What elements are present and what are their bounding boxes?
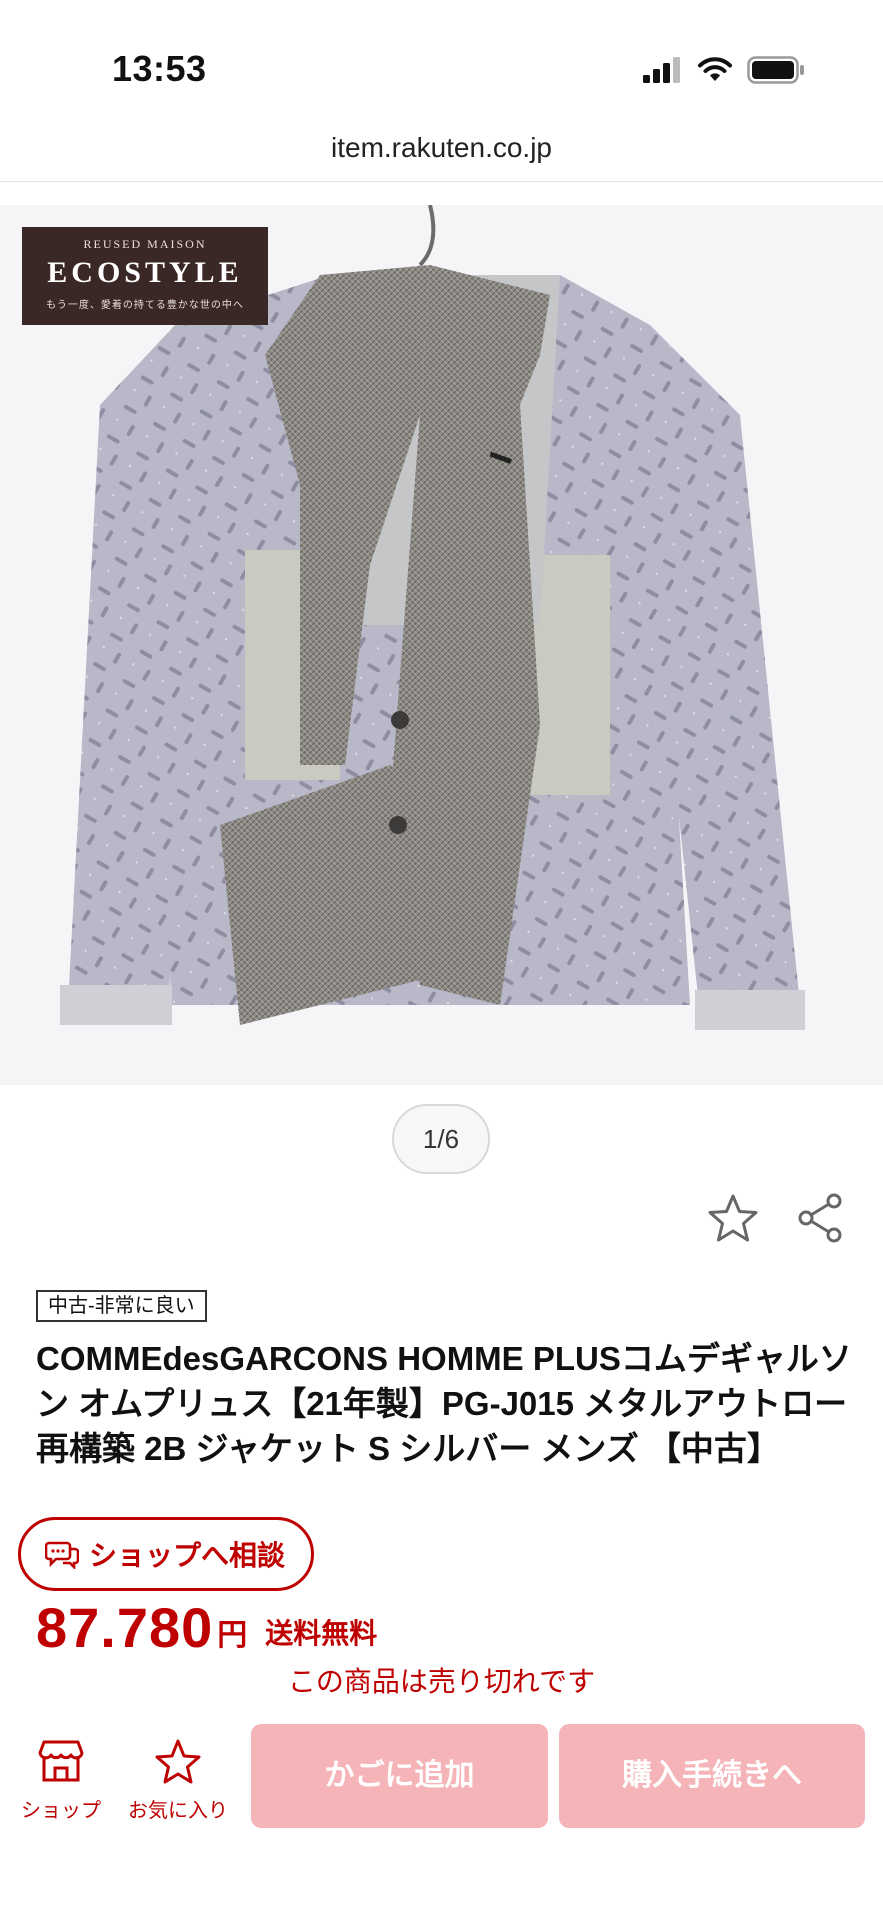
shipping-badge: 送料無料 <box>265 1618 378 1649</box>
favorite-nav-label: お気に入り <box>128 1800 228 1822</box>
shop-logo-slogan: もう一度、愛着の持てる豊かな世の中へ <box>46 300 244 311</box>
shop-logo: REUSED MAISON ECOSTYLE もう一度、愛着の持てる豊かな世の中… <box>22 227 268 325</box>
status-bar: 13:53 <box>0 0 883 120</box>
favorite-nav-button[interactable]: お気に入り <box>118 1738 238 1823</box>
battery-icon <box>747 56 804 84</box>
price-row: 87.780 円 送料無料 <box>36 1588 377 1658</box>
shop-nav-button[interactable]: ショップ <box>14 1738 108 1823</box>
wifi-icon <box>698 57 732 81</box>
consult-shop-label: ショップへ相談 <box>89 1540 286 1571</box>
share-icon[interactable] <box>796 1192 844 1244</box>
price: 87.780 <box>36 1596 214 1659</box>
soldout-message: この商品は売り切れです <box>287 1666 596 1697</box>
status-time: 13:53 <box>112 48 207 89</box>
product-image[interactable]: REUSED MAISON ECOSTYLE もう一度、愛着の持てる豊かな世の中… <box>0 205 883 1085</box>
image-counter: 1/6 <box>392 1104 490 1174</box>
chat-icon <box>45 1541 79 1569</box>
shop-logo-name: ECOSTYLE <box>47 256 243 289</box>
shop-nav-label: ショップ <box>21 1800 101 1822</box>
condition-badge: 中古-非常に良い <box>36 1290 207 1322</box>
consult-shop-button[interactable]: ショップへ相談 <box>18 1517 314 1591</box>
currency: 円 <box>217 1619 248 1652</box>
url-text: item.rakuten.co.jp <box>331 132 552 163</box>
star-icon <box>155 1739 201 1784</box>
add-to-cart-button[interactable]: かごに追加 <box>251 1724 548 1828</box>
status-icons <box>643 56 805 84</box>
product-title: COMMEdesGARCONS HOMME PLUSコムデギャルソン オムプリュ… <box>36 1340 852 1467</box>
signal-icon <box>643 57 680 83</box>
shop-icon <box>38 1740 84 1782</box>
address-bar[interactable]: item.rakuten.co.jp <box>0 120 883 182</box>
checkout-button[interactable]: 購入手続きへ <box>559 1724 865 1828</box>
shop-logo-tagline-top: REUSED MAISON <box>83 237 207 251</box>
star-icon[interactable] <box>706 1192 760 1246</box>
jacket-illustration <box>60 205 805 1030</box>
bottom-action-bar: ショップ お気に入り かごに追加 購入手続きへ <box>0 1712 883 1920</box>
